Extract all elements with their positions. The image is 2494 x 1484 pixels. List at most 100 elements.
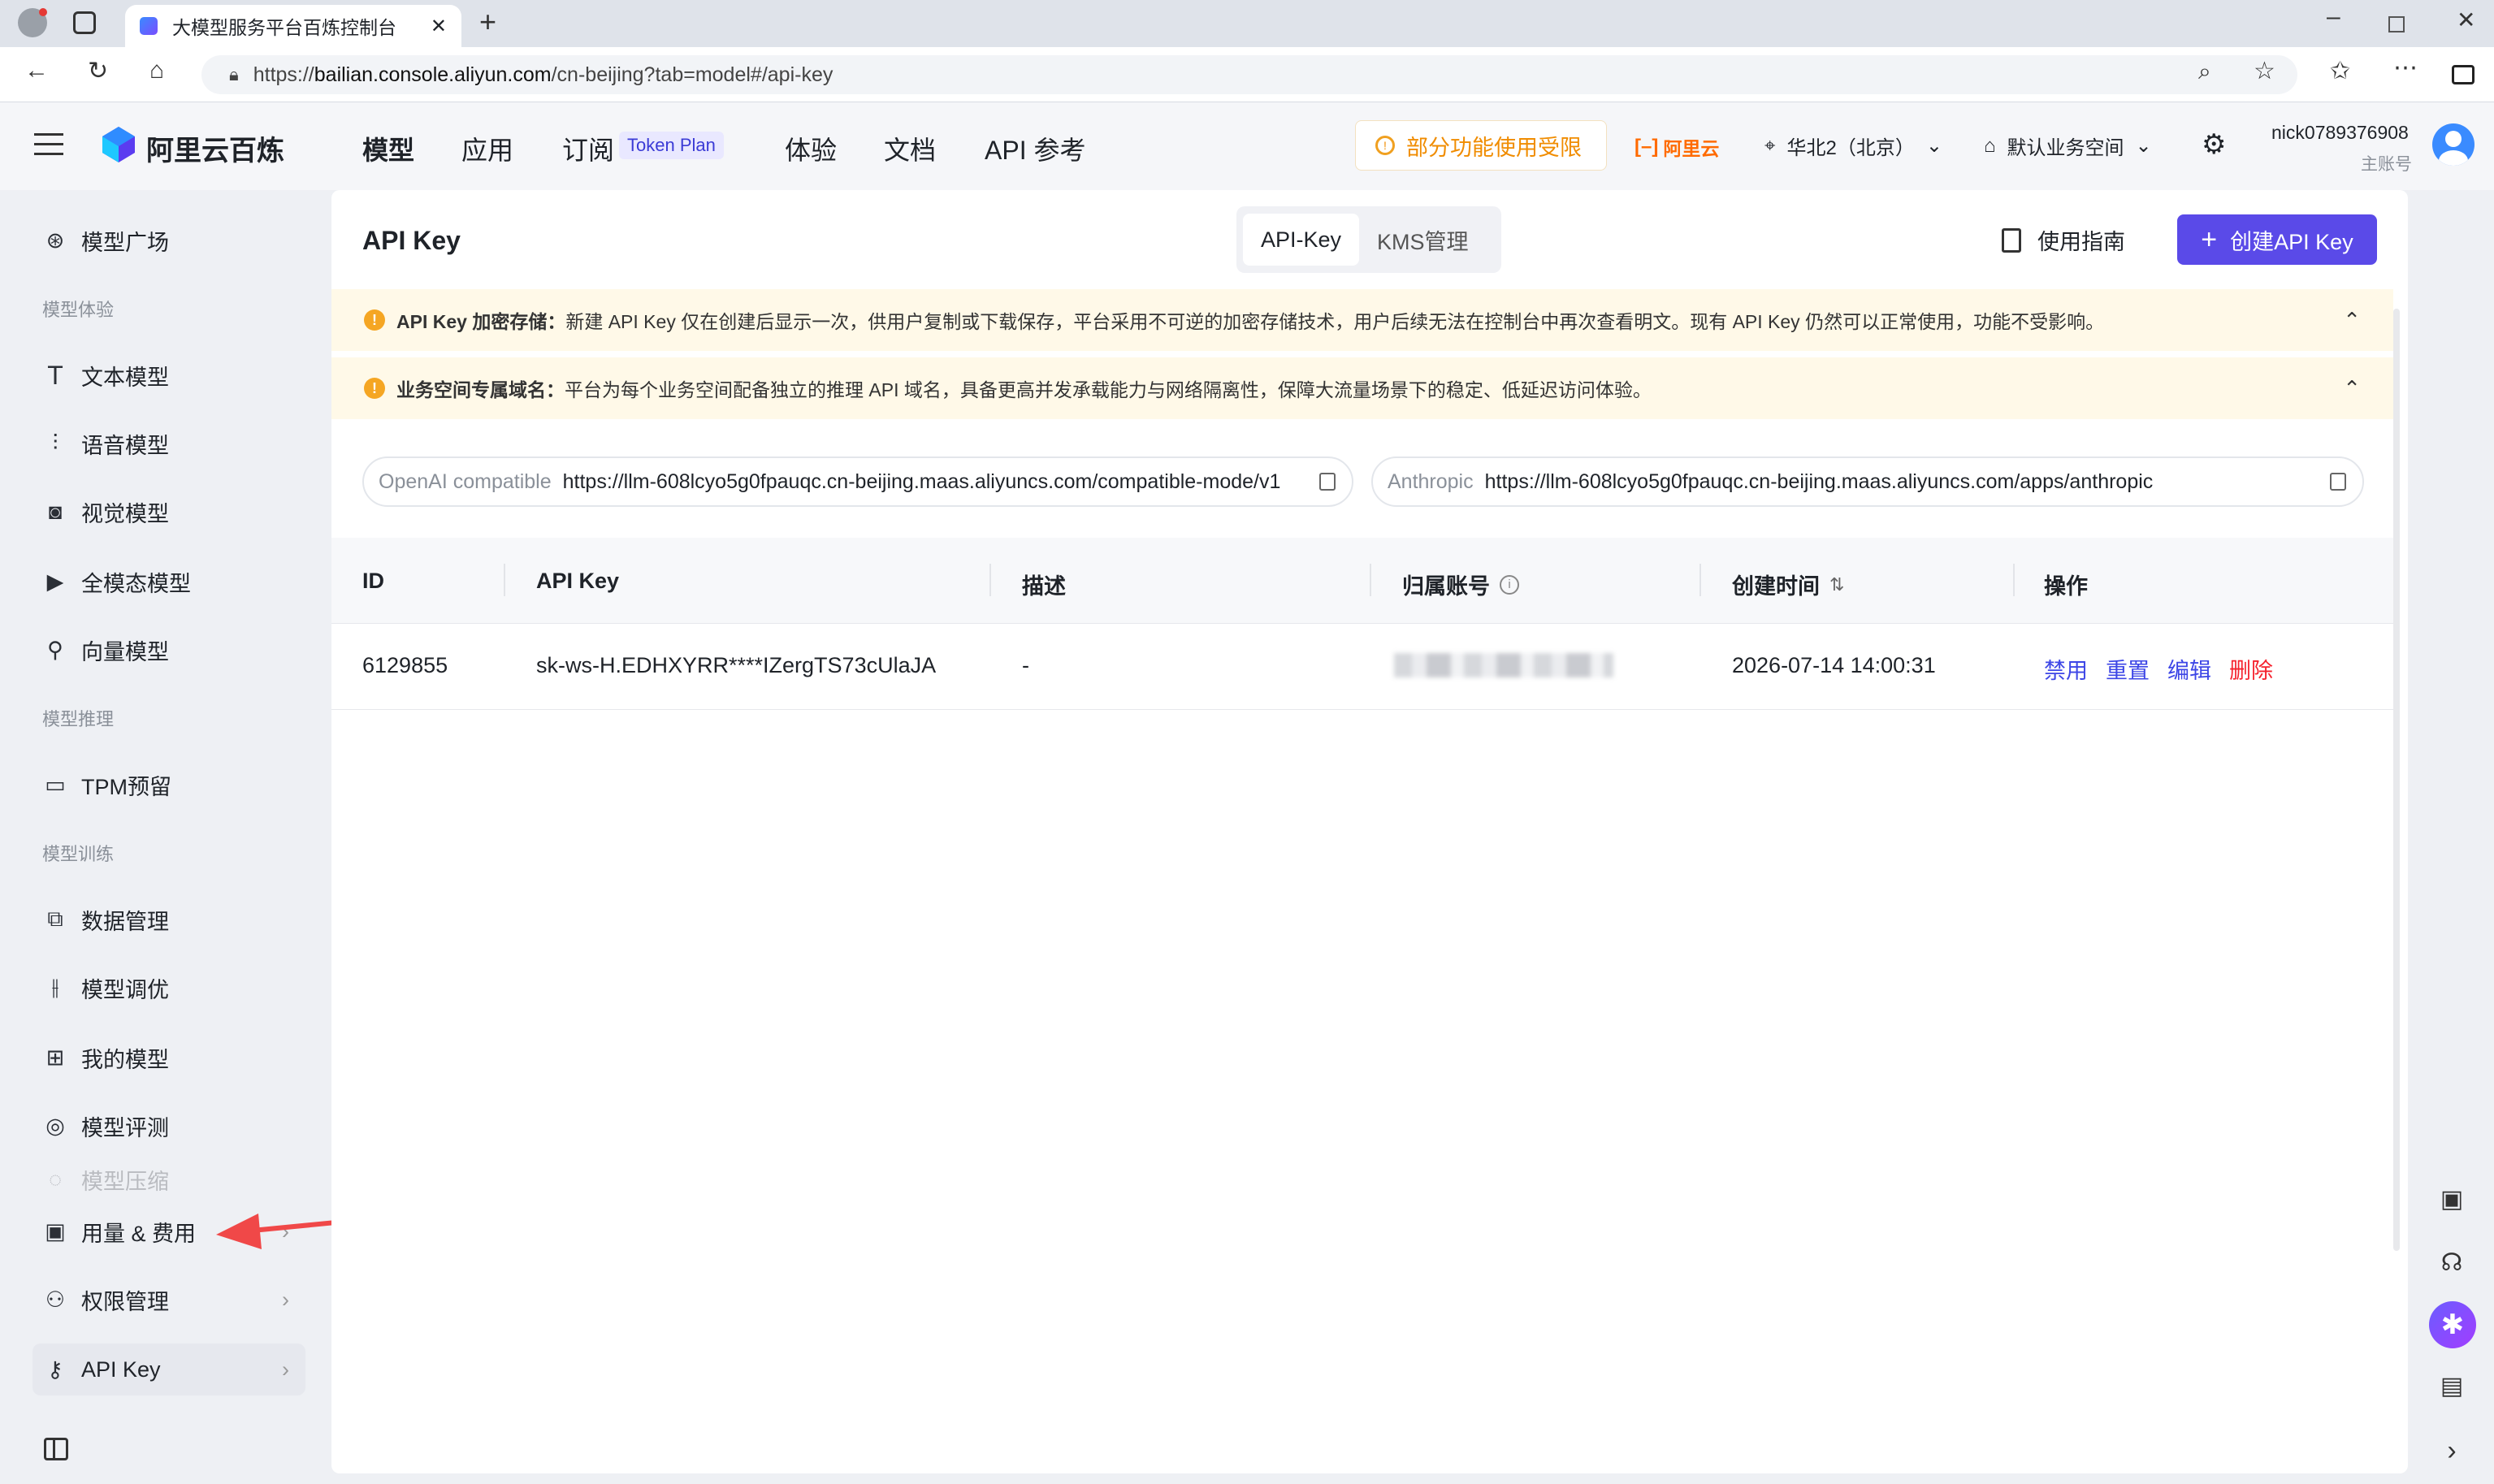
sidebar-item-my-models[interactable]: ⊞ 我的模型 — [32, 1032, 305, 1084]
endpoint-label: Anthropic — [1388, 469, 1474, 493]
info-icon[interactable]: i — [1500, 574, 1519, 595]
waveform-icon: ⫶ — [52, 430, 58, 455]
chevron-down-icon: ⌄ — [2135, 135, 2152, 157]
collapse-sidebar-icon[interactable] — [44, 1438, 68, 1460]
briefcase-icon[interactable]: ▣ — [2432, 1179, 2471, 1218]
endpoint-url[interactable]: https://llm-608lcyo5g0fpauqc.cn-beijing.… — [1485, 470, 2319, 494]
tab-close-icon[interactable]: ✕ — [431, 15, 447, 38]
sidebar-item-text-model[interactable]: T 文本模型 — [32, 349, 305, 401]
create-api-key-button[interactable]: + 创建API Key — [2177, 214, 2377, 265]
copy-icon[interactable] — [2330, 473, 2346, 491]
restore-icon[interactable] — [2388, 16, 2405, 32]
zoom-icon[interactable]: ⌕ — [2198, 58, 2211, 85]
scrollbar[interactable] — [2393, 309, 2400, 1251]
sidebar-item-compression[interactable]: ◌ 模型压缩 — [32, 1165, 305, 1194]
username[interactable]: nick0789376908 — [2271, 122, 2409, 144]
nav-experience[interactable]: 体验 — [785, 130, 837, 167]
sidebar-item-evaluation[interactable]: ◎ 模型评测 — [32, 1100, 305, 1152]
cell-api-key[interactable]: sk-ws-H.EDHXYRR****IZergTS73cUlaJA — [536, 653, 936, 678]
compass-icon: ◎ — [45, 1113, 65, 1138]
sidebar-item-api-key[interactable]: ⚷ API Key › — [32, 1343, 305, 1395]
expand-right-icon[interactable]: › — [2432, 1431, 2471, 1470]
headset-icon[interactable]: ☊ — [2432, 1243, 2471, 1282]
grid-icon: ⊞ — [45, 1045, 65, 1070]
favorite-star-icon[interactable]: ☆ — [2254, 57, 2275, 85]
url-host: bailian.console.aliyun.com — [314, 63, 552, 86]
tab-api-key[interactable]: API-Key — [1243, 214, 1360, 266]
delete-link[interactable]: 删除 — [2229, 653, 2273, 685]
sidebar-item-fine-tuning[interactable]: ⫲ 模型调优 — [32, 962, 305, 1014]
aliyun-logo[interactable]: [–] 阿里云 — [1635, 133, 1719, 161]
copy-icon[interactable] — [1319, 473, 1336, 491]
menu-icon[interactable] — [34, 133, 63, 155]
restricted-notice[interactable]: ! 部分功能使用受限 — [1355, 120, 1607, 171]
sidebar-item-data-management[interactable]: ⧉ 数据管理 — [32, 893, 305, 945]
sidebar-item-permissions[interactable]: ⚇ 权限管理 › — [32, 1274, 305, 1326]
mode-toggle: API-Key KMS管理 — [1236, 206, 1501, 273]
minimize-icon[interactable]: – — [2327, 3, 2340, 31]
compress-icon: ◌ — [48, 1166, 63, 1192]
back-icon[interactable]: ← — [24, 57, 49, 84]
sidebar-item-omni-model[interactable]: ▶ 全模态模型 — [32, 556, 305, 608]
sidebar-item-model-square[interactable]: ⊛ 模型广场 — [32, 214, 305, 266]
new-tab-icon[interactable]: + — [479, 5, 496, 39]
url-path: /cn-beijing?tab=model#/api-key — [551, 63, 833, 86]
sidebar-item-tpm-reserve[interactable]: ▭ TPM预留 — [32, 759, 305, 811]
nav-api-reference[interactable]: API 参考 — [985, 130, 1085, 167]
endpoint-openai: OpenAI compatible https://llm-608lcyo5g0… — [362, 456, 1353, 507]
text-icon: T — [47, 360, 63, 390]
avatar[interactable] — [2432, 123, 2475, 166]
chevron-up-icon[interactable]: ⌃ — [2343, 308, 2361, 333]
region-selector[interactable]: ⌖ 华北2（北京） ⌄ — [1764, 132, 1942, 160]
usage-guide-link[interactable]: 使用指南 — [2002, 224, 2125, 256]
region-label: 华北2（北京） — [1786, 137, 1915, 159]
document-icon[interactable]: ▤ — [2432, 1366, 2471, 1405]
workspaces-icon[interactable] — [73, 11, 96, 34]
camera-icon: ◙ — [48, 499, 63, 524]
reload-icon[interactable]: ↻ — [88, 57, 108, 85]
chevron-down-icon: ⌄ — [1925, 135, 1942, 157]
url-field[interactable]: 🔒︎ https://bailian.console.aliyun.com/cn… — [201, 55, 2297, 94]
nav-model[interactable]: 模型 — [362, 130, 414, 167]
column-header-owner: 归属账号 i — [1402, 569, 1519, 600]
sidebar-section-title: 模型训练 — [42, 844, 115, 864]
home-icon[interactable]: ⌂ — [149, 57, 164, 84]
token-plan-badge[interactable]: Token Plan — [619, 132, 724, 159]
sidebar-item-label: 数据管理 — [81, 909, 169, 934]
window-close-icon[interactable]: ✕ — [2457, 6, 2475, 33]
settings-gear-icon[interactable]: ⚙ — [2202, 128, 2226, 161]
assistant-icon[interactable]: ✱ — [2429, 1301, 2476, 1348]
sliders-icon: ⫲ — [51, 975, 59, 999]
page-title: API Key — [362, 226, 461, 255]
nav-subscribe[interactable]: 订阅 — [562, 130, 614, 167]
usage-guide-label: 使用指南 — [2037, 230, 2125, 254]
reset-link[interactable]: 重置 — [2106, 653, 2150, 685]
cell-id: 6129855 — [362, 653, 448, 677]
browser-tab[interactable]: 大模型服务平台百炼控制台 ✕ — [125, 5, 461, 47]
sidebar-item-speech-model[interactable]: ⫶ 语音模型 — [32, 418, 305, 469]
endpoint-url[interactable]: https://llm-608lcyo5g0fpauqc.cn-beijing.… — [563, 470, 1308, 494]
workspace-selector[interactable]: ⌂ 默认业务空间 ⌄ — [1984, 132, 2152, 160]
sort-icon[interactable]: ⇅ — [1829, 574, 1844, 595]
nav-docs[interactable]: 文档 — [884, 130, 936, 167]
favorites-list-icon[interactable]: ✩ — [2330, 57, 2350, 85]
sidebar-item-vision-model[interactable]: ◙ 视觉模型 — [32, 486, 305, 538]
brand-name: 阿里云百炼 — [146, 136, 284, 167]
notice-encryption: ! API Key 加密存储：新建 API Key 仅在创建后显示一次，供用户复… — [331, 289, 2393, 351]
more-menu-icon[interactable]: ⋯ — [2393, 54, 2418, 82]
sidebar-section-title: 模型推理 — [42, 709, 115, 729]
disable-link[interactable]: 禁用 — [2044, 653, 2088, 685]
column-header-created[interactable]: 创建时间 ⇅ — [1732, 569, 1844, 600]
edit-link[interactable]: 编辑 — [2167, 653, 2211, 685]
tab-title: 大模型服务平台百炼控制台 — [172, 17, 396, 38]
info-circle-icon: ! — [1375, 136, 1395, 155]
column-header-description: 描述 — [1022, 574, 1066, 599]
sidebar-item-embedding-model[interactable]: ⚲ 向量模型 — [32, 624, 305, 676]
sidebar-toggle-icon[interactable] — [2452, 65, 2475, 84]
sidebar-item-label: 语音模型 — [81, 433, 169, 458]
create-api-key-label: 创建API Key — [2230, 229, 2353, 254]
sidebar-item-label: 向量模型 — [81, 639, 169, 664]
nav-app[interactable]: 应用 — [461, 130, 513, 167]
chevron-up-icon[interactable]: ⌃ — [2343, 376, 2361, 401]
tab-kms[interactable]: KMS管理 — [1366, 214, 1480, 266]
